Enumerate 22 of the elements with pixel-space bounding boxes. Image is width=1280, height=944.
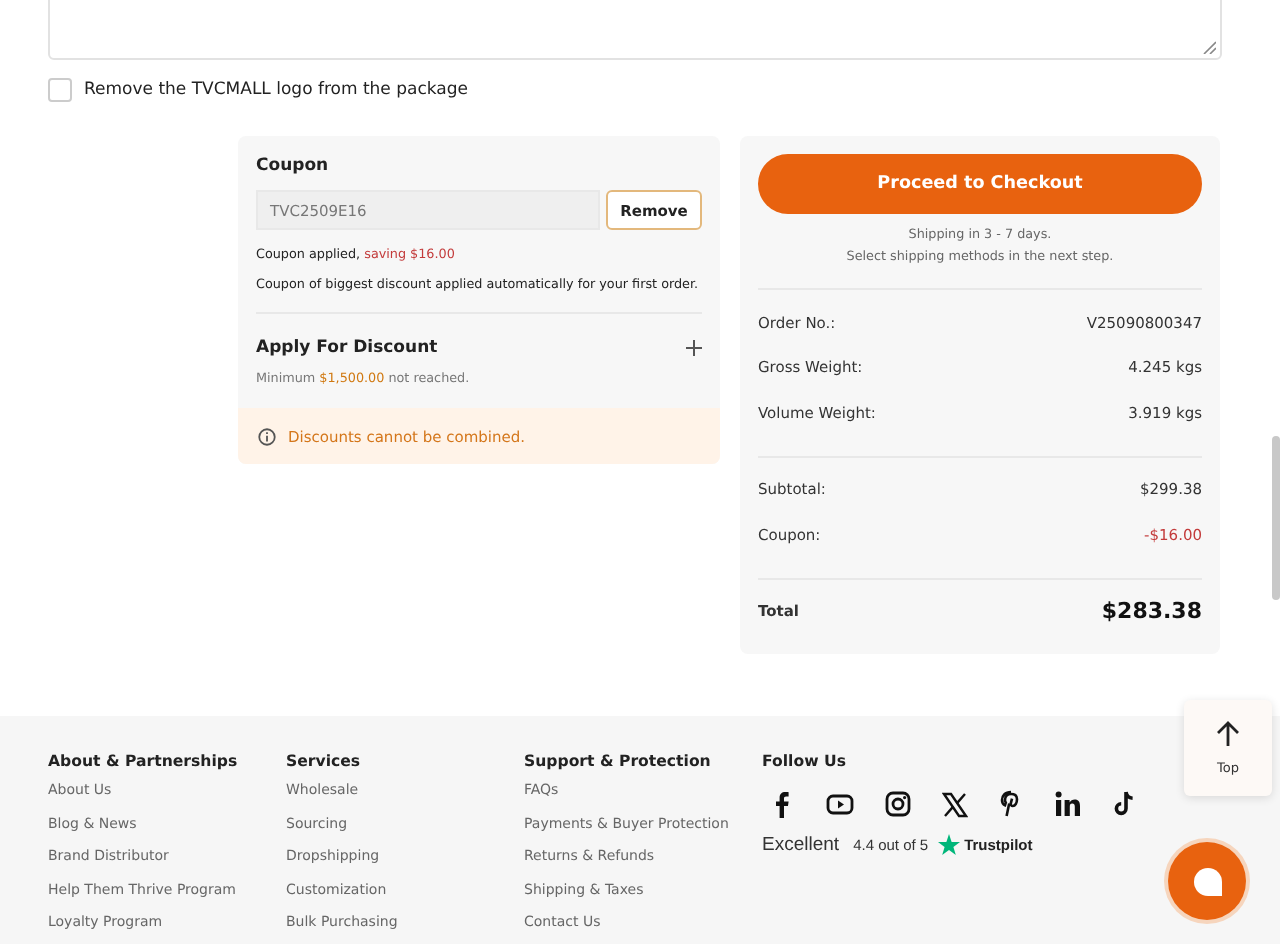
resize-grip-icon[interactable]	[1202, 40, 1216, 54]
checkbox-label[interactable]: Remove the TVCMALL logo from the package	[84, 80, 468, 100]
video-play-icon[interactable]	[826, 790, 854, 818]
scrollbar-thumb[interactable]	[1272, 436, 1280, 600]
arrow-up-icon	[1216, 720, 1240, 748]
info-icon	[258, 427, 276, 445]
linkedin-icon[interactable]	[1054, 790, 1082, 818]
star-icon	[938, 834, 961, 856]
discount-title: Apply For Discount	[256, 338, 438, 358]
instagram-icon[interactable]	[884, 790, 912, 818]
chat-button[interactable]	[1168, 842, 1246, 920]
pinterest-icon[interactable]	[998, 790, 1024, 818]
checkbox[interactable]	[48, 78, 72, 102]
chat-bubble-icon	[1191, 865, 1223, 897]
note-field[interactable]	[48, 0, 1222, 60]
total-value: $283.38	[1101, 598, 1202, 624]
plus-icon[interactable]	[686, 340, 702, 356]
checkout-button[interactable]: Proceed to Checkout	[758, 154, 1202, 214]
rating-word: Excellent	[762, 834, 840, 856]
coupon-title: Coupon	[256, 156, 331, 176]
x-logo-icon[interactable]	[942, 791, 968, 817]
music-note-icon[interactable]	[1112, 790, 1136, 818]
